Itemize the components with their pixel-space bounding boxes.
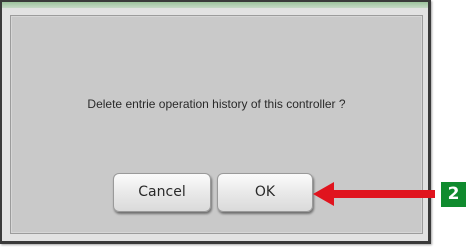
cancel-button[interactable]: Cancel (113, 173, 211, 212)
step-number-badge: 2 (441, 182, 466, 207)
pointer-arrow-icon (313, 182, 435, 206)
dialog-message: Delete entrie operation history of this … (87, 97, 346, 111)
confirmation-dialog: Delete entrie operation history of this … (0, 0, 431, 244)
arrow-shape (313, 182, 435, 206)
ok-button[interactable]: OK (217, 173, 313, 212)
dialog-top-strip (2, 2, 428, 8)
